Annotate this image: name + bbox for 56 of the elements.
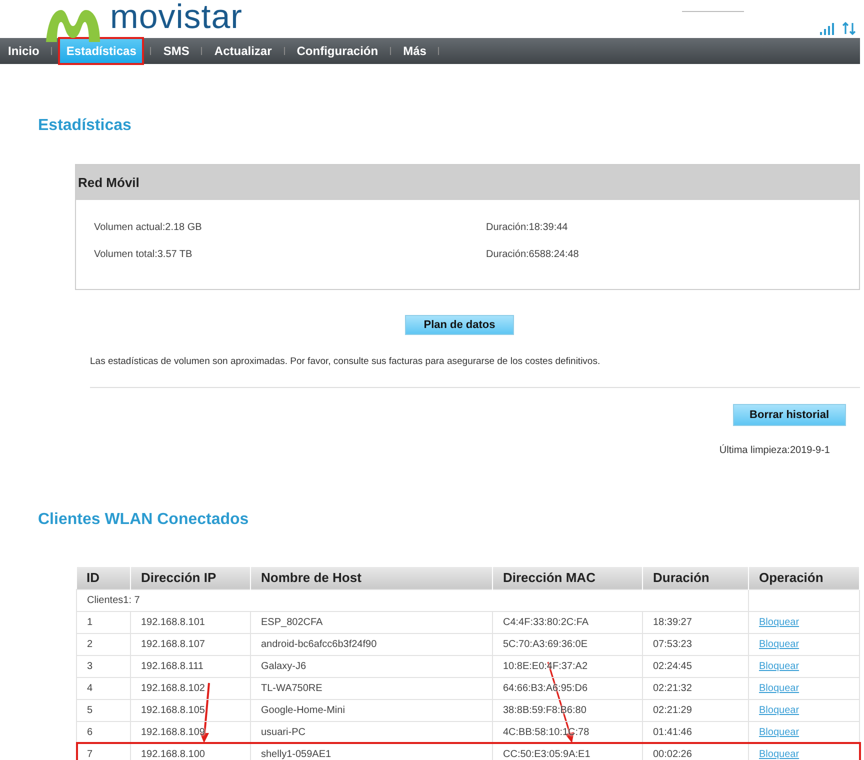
- nav-tab[interactable]: Configuración: [288, 38, 386, 64]
- table-cell: 192.168.8.111: [130, 655, 250, 677]
- volume-text: Volumen actual:2.18 GB: [94, 222, 203, 234]
- section-title: Clientes WLAN Conectados: [38, 510, 250, 529]
- table-cell: C4:4F:33:80:2C:FA: [492, 611, 642, 633]
- clear-history-button[interactable]: Borrar historial: [732, 404, 846, 426]
- volume-text: Volumen total:3.57 TB: [94, 249, 194, 261]
- table-cell: 02:21:29: [642, 699, 748, 721]
- note-text: Las estadísticas de volumen son aproximadas. Por favor, consulte sus facturas para asegurarse de los costes definitivos.: [90, 356, 602, 368]
- block-link[interactable]: Bloquear: [759, 616, 800, 628]
- table-cell: 192.168.8.101: [130, 611, 250, 633]
- nav-tab[interactable]: Inicio: [0, 38, 48, 64]
- table-cell: 5C:70:A3:69:36:0E: [492, 633, 642, 655]
- table-cell: 192.168.8.105: [130, 699, 250, 721]
- table-cell: 18:39:27: [642, 611, 748, 633]
- table-cell: android-bc6afcc6b3f24f90: [250, 633, 492, 655]
- table-cell: Galaxy-J6: [250, 655, 492, 677]
- signal-icon: [820, 22, 836, 34]
- table-cell: ESP_802CFA: [250, 611, 492, 633]
- table-cell: 1: [76, 611, 130, 633]
- logo-text: movistar: [110, 0, 242, 34]
- table-cell: 192.168.8.102: [130, 677, 250, 699]
- table-cell: 2: [76, 633, 130, 655]
- table-cell: 3: [76, 655, 130, 677]
- nav-tab[interactable]: Estadísticas: [59, 38, 144, 64]
- data-transfer-icon: [842, 22, 856, 35]
- block-link[interactable]: Bloquear: [759, 726, 800, 738]
- table-cell: 6: [76, 721, 130, 743]
- column-header: Duración: [642, 567, 748, 589]
- column-header: ID: [76, 567, 130, 589]
- page-title: Estadísticas: [38, 116, 132, 135]
- block-link[interactable]: Bloquear: [759, 704, 800, 716]
- plan-button[interactable]: Plan de datos: [404, 315, 514, 335]
- duration-text: Duración:18:39:44: [486, 222, 568, 234]
- table-cell: Google-Home-Mini: [250, 699, 492, 721]
- panel-title: Red Móvil: [76, 165, 859, 200]
- block-link[interactable]: Bloquear: [759, 638, 800, 650]
- block-link[interactable]: Bloquear: [759, 660, 800, 672]
- table-cell: 5: [76, 699, 130, 721]
- table-cell: 02:24:45: [642, 655, 748, 677]
- column-header: Operación: [748, 567, 860, 589]
- column-header: Dirección IP: [130, 567, 250, 589]
- table-cell: TL-WA750RE: [250, 677, 492, 699]
- last-cleared-text: Última limpieza:2019-9-1: [719, 445, 830, 457]
- column-header: Dirección MAC: [492, 567, 642, 589]
- table-cell: 4: [76, 677, 130, 699]
- table-cell: 02:21:32: [642, 677, 748, 699]
- column-header: Nombre de Host: [250, 567, 492, 589]
- client-count-cell: Clientes1: 7: [76, 589, 748, 611]
- duration-text: Duración:6588:24:48: [486, 249, 579, 261]
- nav-tab[interactable]: Actualizar: [206, 38, 280, 64]
- table-cell: 192.168.8.107: [130, 633, 250, 655]
- table-cell: 07:53:23: [642, 633, 748, 655]
- block-link[interactable]: Bloquear: [759, 682, 800, 694]
- nav-tab[interactable]: SMS: [155, 38, 198, 64]
- nav-tab[interactable]: Más: [395, 38, 434, 64]
